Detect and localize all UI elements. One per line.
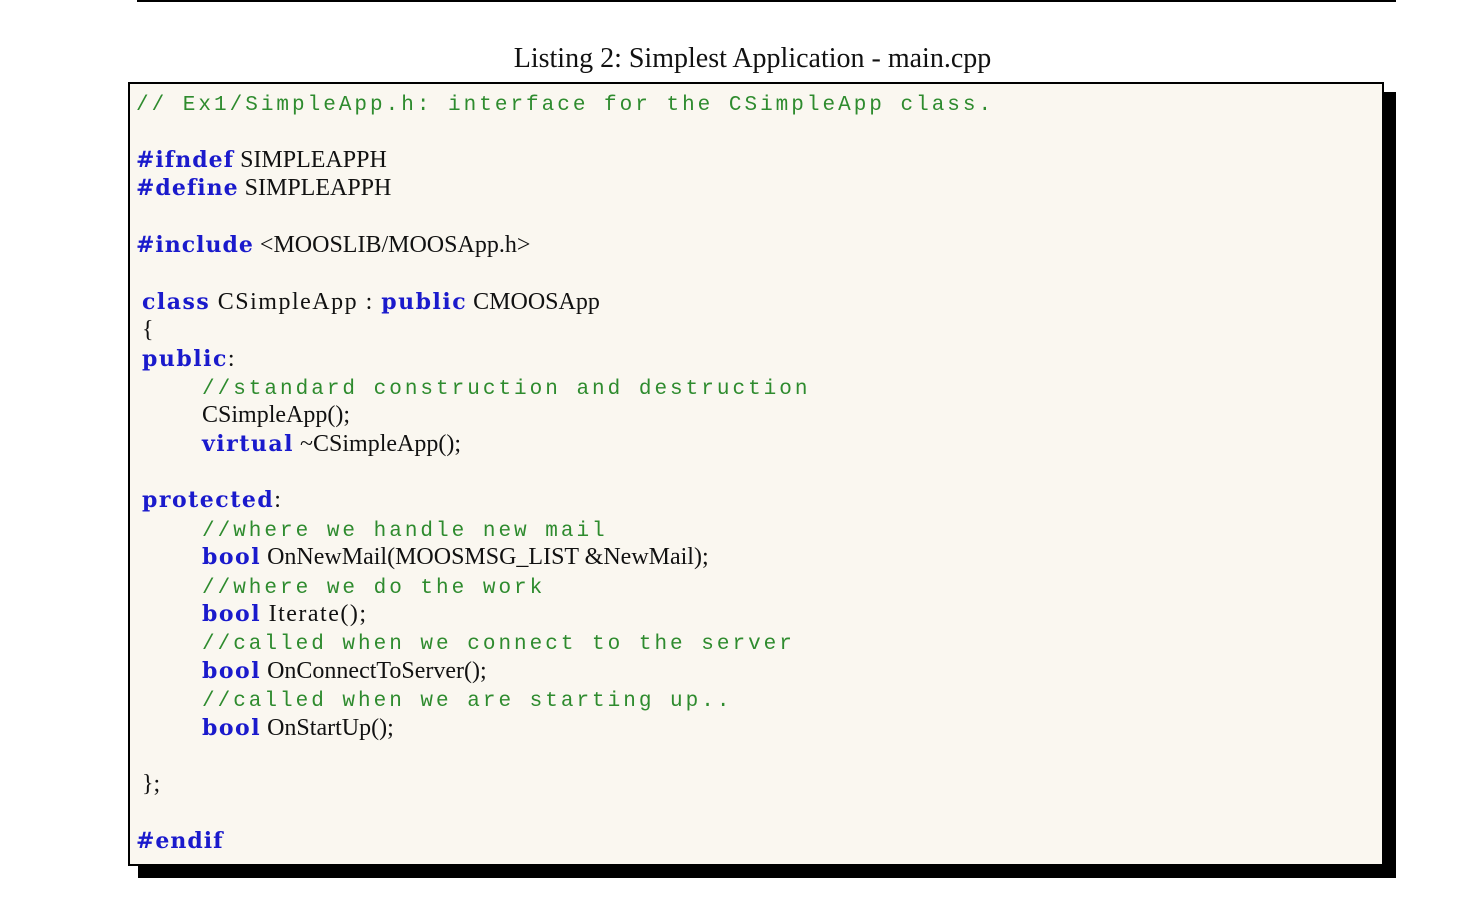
keyword: bool xyxy=(202,544,262,571)
code-line-13: virtual ~CSimpleApp(); xyxy=(136,430,994,458)
code-line-3: #ifndef SIMPLEAPPH xyxy=(136,146,994,174)
code-line-19: bool Iterate(); xyxy=(136,600,994,628)
keyword: class xyxy=(142,288,211,315)
code-line-20: //called when we connect to the server xyxy=(136,628,994,656)
keyword: virtual xyxy=(202,430,295,457)
keyword: public xyxy=(381,288,468,315)
code-line-16: //where we handle new mail xyxy=(136,515,994,543)
code-line-6: #include <MOOSLIB/MOOSApp.h> xyxy=(136,231,994,259)
code-text: OnNewMail(MOOSMSG_LIST &NewMail); xyxy=(261,544,709,571)
code-line-15: protected: xyxy=(136,486,994,514)
code-line-9: { xyxy=(136,316,994,344)
code-comment: //standard construction and destruction xyxy=(202,377,811,401)
preprocessor-directive: #include xyxy=(136,231,254,258)
keyword: public xyxy=(142,345,228,372)
code-text: }; xyxy=(142,771,161,798)
code-line-1: // Ex1/SimpleApp.h: interface for the CS… xyxy=(136,89,994,117)
code-text: CSimpleApp(); xyxy=(202,402,350,429)
keyword: bool xyxy=(202,714,262,741)
top-rule xyxy=(137,0,1396,2)
code-comment: //where we do the work xyxy=(202,576,546,600)
code-line-18: //where we do the work xyxy=(136,572,994,600)
code-text: OnConnectToServer(); xyxy=(261,657,487,684)
code-text: <MOOSLIB/MOOSApp.h> xyxy=(253,231,531,258)
code-line-8: class CSimpleApp : public CMOOSApp xyxy=(136,288,994,316)
preprocessor-directive: #define xyxy=(136,175,239,202)
code-text: CSimpleApp : xyxy=(210,288,382,315)
keyword: bool xyxy=(202,601,262,628)
code-line-12: CSimpleApp(); xyxy=(136,401,994,429)
code-text: : xyxy=(227,345,235,372)
code-comment: //where we handle new mail xyxy=(202,519,608,543)
code-comment: // Ex1/SimpleApp.h: interface for the CS… xyxy=(136,94,995,117)
code-line-10: public: xyxy=(136,345,994,373)
code-text: SIMPLEAPPH xyxy=(234,146,387,173)
preprocessor-directive: #ifndef xyxy=(136,146,235,173)
code-text: { xyxy=(142,317,154,344)
code-text: CMOOSApp xyxy=(467,288,600,315)
code-line-27: #endif xyxy=(136,827,994,855)
code-text: SIMPLEAPPH xyxy=(238,175,392,202)
code-line-21: bool OnConnectToServer(); xyxy=(136,657,994,685)
code-line-4: #define SIMPLEAPPH xyxy=(136,174,994,202)
keyword: protected xyxy=(142,487,275,514)
code-line-17: bool OnNewMail(MOOSMSG_LIST &NewMail); xyxy=(136,543,994,571)
code-text: ~CSimpleApp(); xyxy=(294,430,461,457)
code-text: Iterate(); xyxy=(261,601,368,628)
code-comment: //called when we are starting up.. xyxy=(202,690,733,714)
preprocessor-directive: #endif xyxy=(136,828,224,855)
code-text: : xyxy=(274,487,281,514)
code-line-25: }; xyxy=(136,770,994,798)
code-lines: // Ex1/SimpleApp.h: interface for the CS… xyxy=(136,89,994,856)
code-text: OnStartUp(); xyxy=(261,714,394,741)
keyword: bool xyxy=(202,657,262,684)
code-line-11: //standard construction and destruction xyxy=(136,373,994,401)
code-line-22: //called when we are starting up.. xyxy=(136,685,994,713)
code-comment: //called when we connect to the server xyxy=(202,633,795,657)
code-listing-box: // Ex1/SimpleApp.h: interface for the CS… xyxy=(128,82,1384,866)
listing-caption: Listing 2: Simplest Application - main.c… xyxy=(513,43,992,74)
code-line-23: bool OnStartUp(); xyxy=(136,714,994,742)
